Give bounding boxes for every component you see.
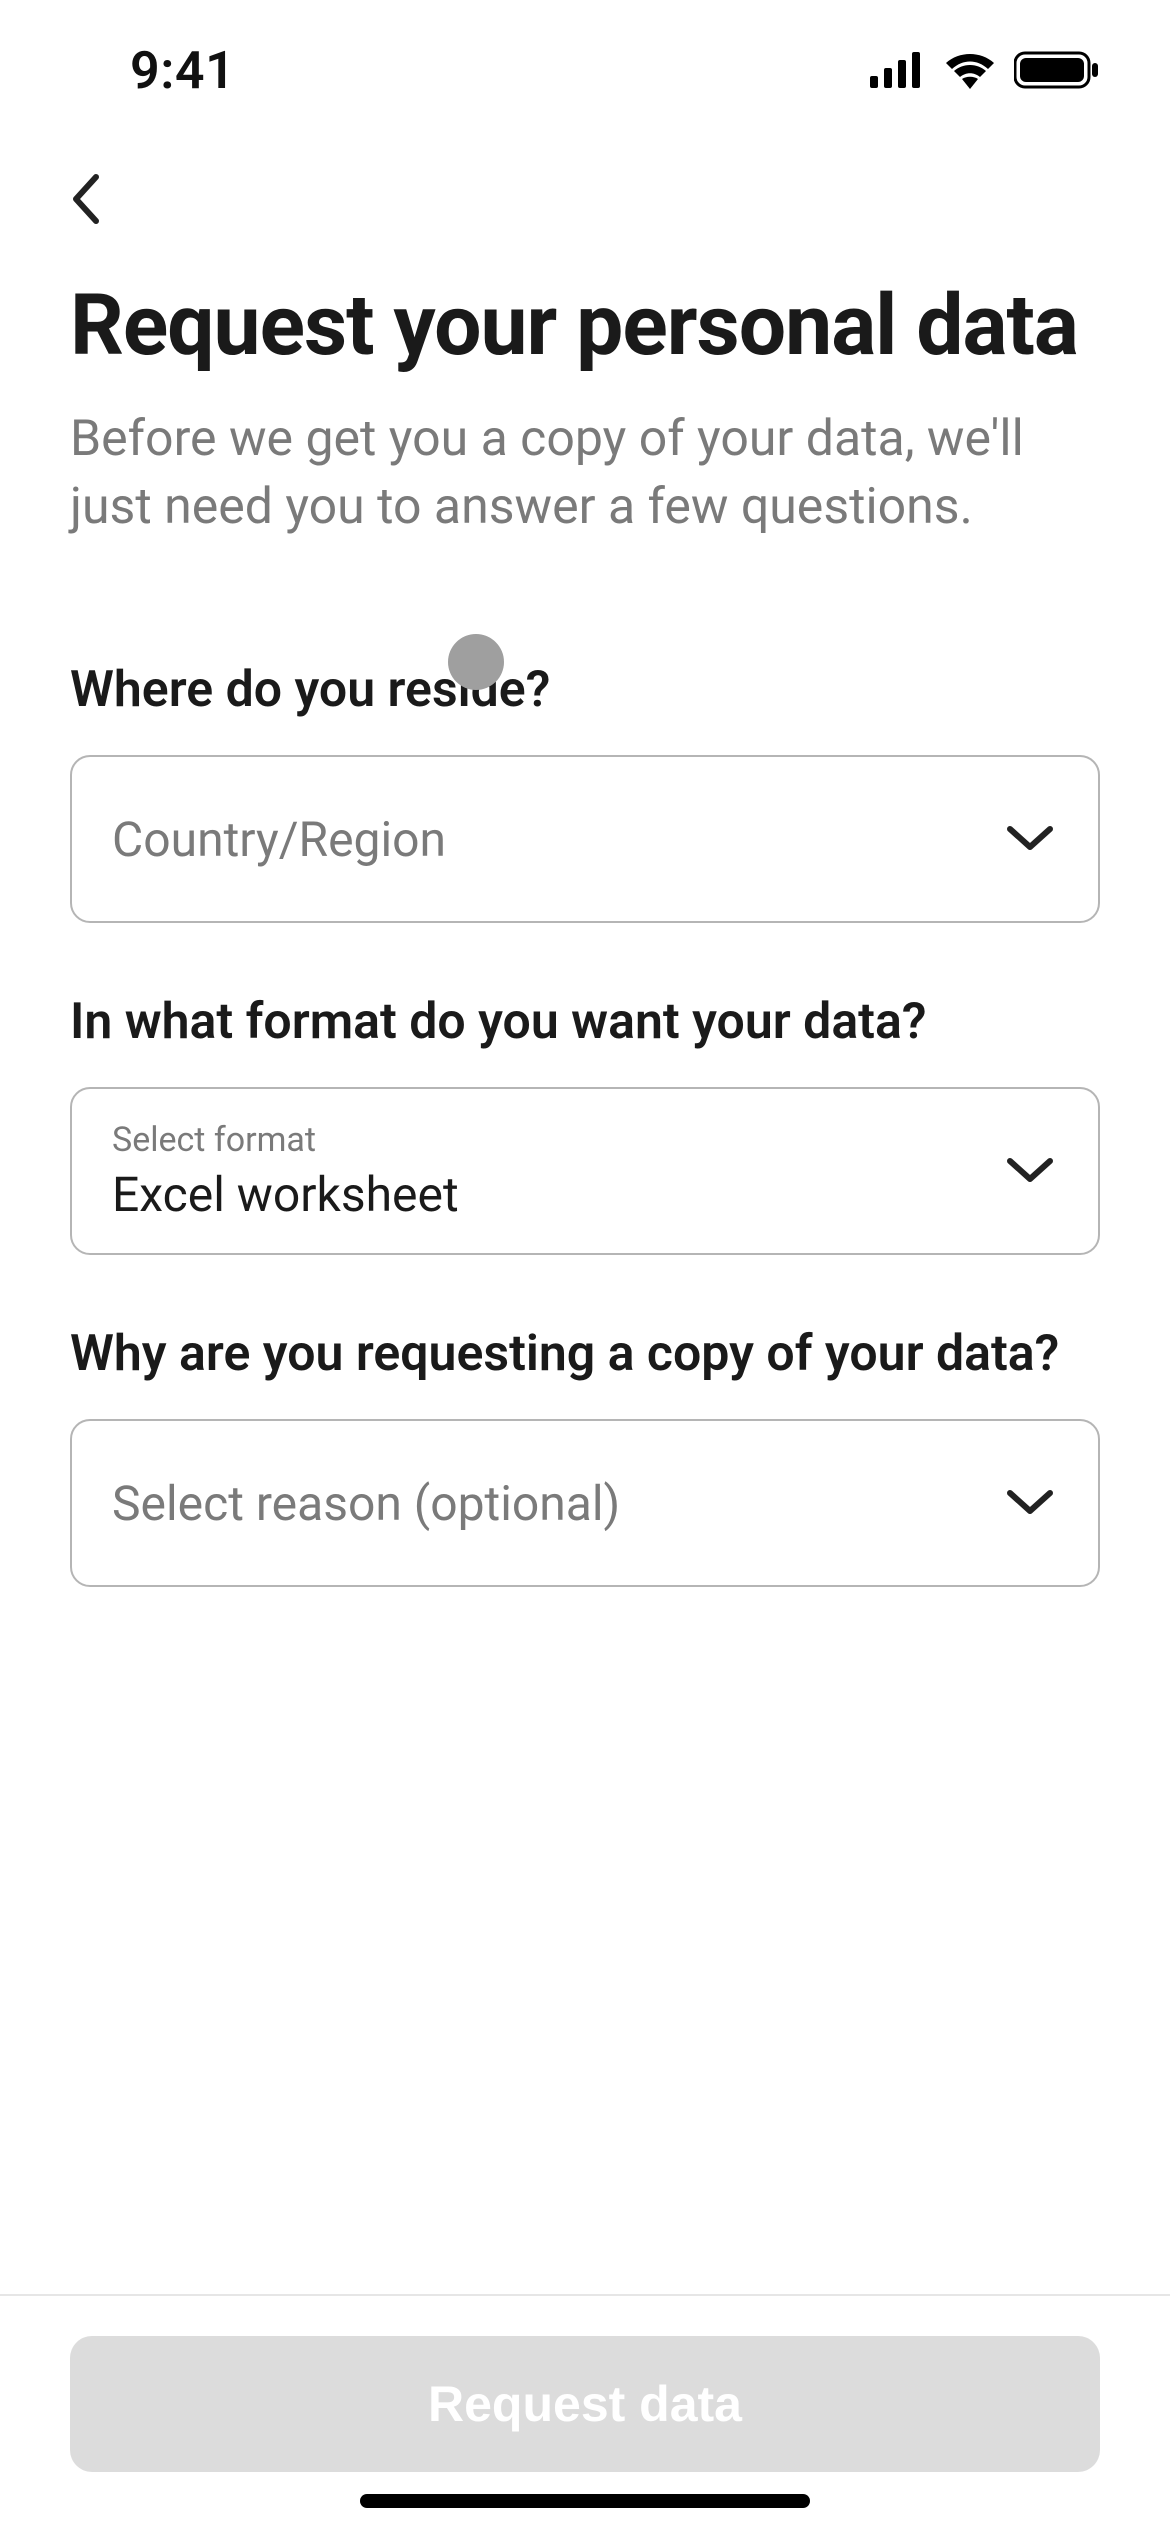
question-format: In what format do you want your data? bbox=[70, 993, 1100, 1051]
country-region-select[interactable]: Country/Region bbox=[70, 755, 1100, 923]
chevron-down-icon bbox=[1004, 1485, 1056, 1521]
home-indicator bbox=[360, 2494, 810, 2508]
touch-indicator bbox=[448, 634, 504, 690]
chevron-left-icon bbox=[70, 173, 102, 228]
nav-bar bbox=[0, 140, 1170, 240]
reason-select[interactable]: Select reason (optional) bbox=[70, 1419, 1100, 1587]
form-group-reason: Why are you requesting a copy of your da… bbox=[70, 1325, 1100, 1587]
form-group-format: In what format do you want your data? Se… bbox=[70, 993, 1100, 1255]
question-reside: Where do you reside? bbox=[70, 661, 1100, 719]
page-title: Request your personal data bbox=[70, 280, 1100, 372]
chevron-down-icon bbox=[1004, 1153, 1056, 1189]
screen: 9:41 bbox=[0, 0, 1170, 2532]
status-time: 9:41 bbox=[130, 40, 235, 101]
chevron-down-icon bbox=[1004, 821, 1056, 857]
cellular-icon bbox=[870, 52, 926, 88]
wifi-icon bbox=[944, 51, 996, 89]
question-reason: Why are you requesting a copy of your da… bbox=[70, 1325, 1100, 1383]
battery-icon bbox=[1014, 50, 1100, 90]
status-bar: 9:41 bbox=[0, 0, 1170, 140]
reason-placeholder: Select reason (optional) bbox=[112, 1475, 620, 1532]
content: Request your personal data Before we get… bbox=[0, 240, 1170, 2294]
country-region-placeholder: Country/Region bbox=[112, 811, 446, 868]
page-subtitle: Before we get you a copy of your data, w… bbox=[70, 406, 1100, 541]
form-group-reside: Where do you reside? Country/Region bbox=[70, 661, 1100, 923]
format-select[interactable]: Select format Excel worksheet bbox=[70, 1087, 1100, 1255]
request-data-button[interactable]: Request data bbox=[70, 2336, 1100, 2472]
format-value: Excel worksheet bbox=[112, 1166, 459, 1223]
back-button[interactable] bbox=[70, 160, 150, 240]
status-icons bbox=[870, 50, 1100, 90]
format-floating-label: Select format bbox=[112, 1120, 316, 1160]
